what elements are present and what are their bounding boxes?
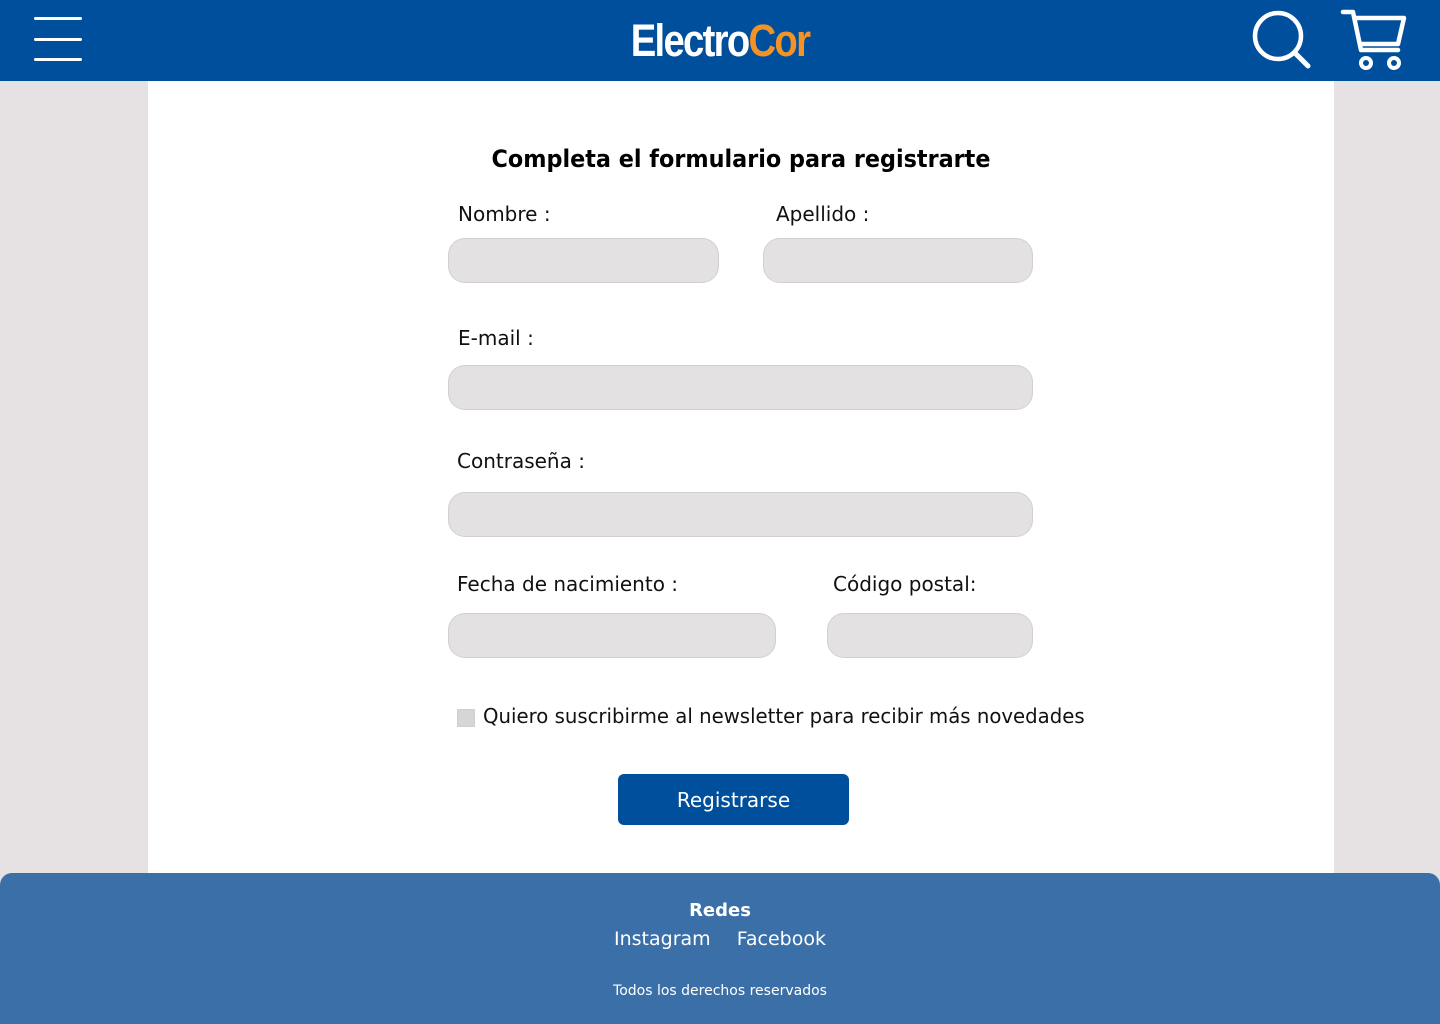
birthdate-input[interactable] bbox=[448, 613, 776, 658]
nombre-input[interactable] bbox=[448, 238, 719, 283]
password-label: Contraseña : bbox=[457, 449, 585, 473]
newsletter-checkbox[interactable] bbox=[457, 709, 475, 727]
footer-links: Instagram Facebook bbox=[0, 928, 1440, 950]
apellido-input[interactable] bbox=[763, 238, 1033, 283]
shopping-cart-icon bbox=[1340, 9, 1407, 70]
site-logo[interactable]: ElectroCor bbox=[108, 14, 1332, 68]
site-header: ElectroCor bbox=[0, 0, 1440, 81]
birthdate-label: Fecha de nacimiento : bbox=[457, 572, 679, 596]
instagram-link[interactable]: Instagram bbox=[614, 928, 711, 950]
search-icon bbox=[1252, 10, 1311, 69]
footer-copyright: Todos los derechos reservados bbox=[613, 983, 827, 999]
cart-button[interactable] bbox=[1340, 6, 1410, 72]
email-label: E-mail : bbox=[458, 326, 534, 350]
footer-title: Redes bbox=[689, 900, 751, 921]
newsletter-label[interactable]: Quiero suscribirme al newsletter para re… bbox=[483, 704, 1085, 728]
form-title: Completa el formulario para registrarte bbox=[491, 145, 991, 173]
password-input[interactable] bbox=[448, 492, 1033, 537]
email-input[interactable] bbox=[448, 365, 1033, 410]
apellido-label: Apellido : bbox=[776, 202, 870, 226]
registration-card bbox=[148, 81, 1334, 881]
site-footer: Redes Instagram Facebook Todos los derec… bbox=[0, 873, 1440, 1024]
hamburger-menu-icon bbox=[34, 17, 82, 20]
zip-input[interactable] bbox=[827, 613, 1033, 658]
menu-button[interactable] bbox=[32, 14, 86, 62]
register-button[interactable]: Registrarse bbox=[618, 774, 849, 825]
facebook-link[interactable]: Facebook bbox=[737, 928, 826, 950]
search-button[interactable] bbox=[1250, 8, 1312, 70]
nombre-label: Nombre : bbox=[458, 202, 551, 226]
logo-text-electro: Electro bbox=[630, 15, 750, 66]
zip-label: Código postal: bbox=[833, 572, 977, 596]
logo-text-cor: Cor bbox=[748, 15, 811, 66]
